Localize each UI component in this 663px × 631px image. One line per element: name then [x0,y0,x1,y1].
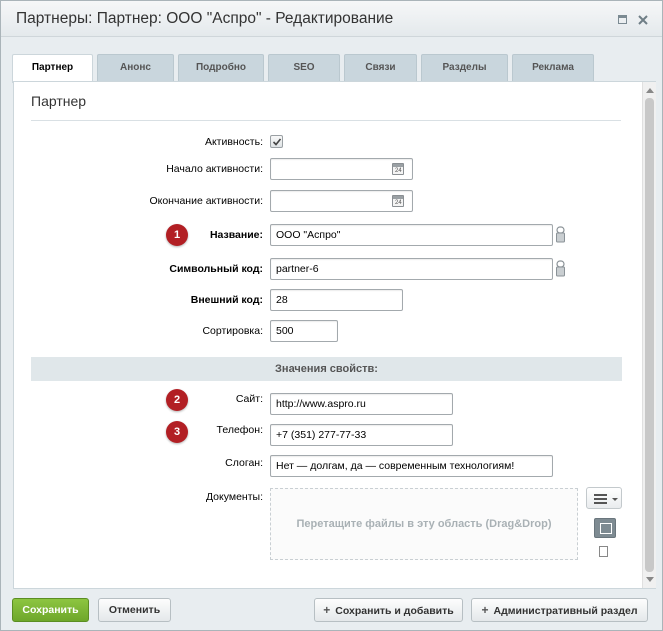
upload-menu-button[interactable] [586,487,622,509]
image-upload-icon[interactable] [594,518,616,538]
edit-dialog: Партнеры: Партнер: ООО "Аспро" - Редакти… [0,0,663,631]
vertical-scrollbar[interactable] [642,82,656,588]
save-and-add-button[interactable]: + Сохранить и добавить [314,598,463,622]
calendar-icon[interactable] [392,163,404,175]
marker-2: 2 [166,389,188,411]
external-code-label: Внешний код: [190,294,263,306]
marker-3: 3 [166,421,188,443]
scrollbar-thumb[interactable] [645,98,654,572]
window-title: Партнеры: Партнер: ООО "Аспро" - Редакти… [16,10,394,27]
title-bar: Партнеры: Партнер: ООО "Аспро" - Редакти… [1,1,662,37]
file-dropzone[interactable]: Перетащите файлы в эту область (Drag&Dro… [270,488,578,560]
code-input[interactable]: partner-6 [270,258,553,280]
close-icon [638,15,648,25]
properties-header: Значения свойств: [31,357,622,381]
cancel-button[interactable]: Отменить [98,598,171,622]
active-checkbox[interactable] [270,135,283,148]
name-input[interactable]: ООО "Аспро" [270,224,553,246]
tab-partner[interactable]: Партнер [12,54,93,83]
scroll-down-icon[interactable] [646,577,654,582]
section-title: Партнер [31,93,87,109]
tab-links[interactable]: Связи [344,54,417,81]
save-button[interactable]: Сохранить [12,598,89,622]
code-label: Символьный код: [169,263,263,275]
admin-section-label: Административный раздел [493,605,638,617]
name-label: Название: [209,229,263,241]
scroll-up-icon[interactable] [646,88,654,93]
tab-advertising[interactable]: Реклама [512,54,594,81]
external-code-input[interactable]: 28 [270,289,403,311]
tab-announce[interactable]: Анонс [97,54,174,81]
calendar-icon[interactable] [392,195,404,207]
phone-input[interactable]: +7 (351) 277-77-33 [270,424,453,446]
tab-sections[interactable]: Разделы [421,54,508,81]
marker-1: 1 [166,224,188,246]
sort-input[interactable]: 500 [270,320,338,342]
sort-label: Сортировка: [202,325,263,337]
tab-details[interactable]: Подробно [178,54,264,81]
save-and-add-label: Сохранить и добавить [335,605,454,617]
checkmark-icon [272,138,282,146]
active-label: Активность: [204,136,263,148]
plus-icon: + [481,603,489,617]
phone-label: Телефон: [216,424,263,436]
section-divider [31,120,621,121]
menu-icon [594,494,607,506]
slogan-input[interactable]: Нет — долгам, да — современным технологи… [270,455,553,477]
close-button[interactable] [638,15,648,25]
site-label: Сайт: [235,393,263,405]
documents-label: Документы: [205,491,263,503]
plus-icon: + [323,603,331,617]
tab-content-panel: Партнер Активность: Начало активности: О… [13,81,656,589]
start-date-label: Начало активности: [166,163,263,175]
admin-section-button[interactable]: + Административный раздел [471,598,648,622]
slogan-label: Слоган: [225,457,263,469]
translit-lock-icon[interactable] [556,260,565,277]
dialog-footer: Сохранить Отменить + Сохранить и добавить… [1,591,662,631]
end-date-label: Окончание активности: [149,195,263,207]
translit-lock-icon[interactable] [556,226,565,243]
site-input[interactable]: http://www.aspro.ru [270,393,453,415]
tab-seo[interactable]: SEO [268,54,340,81]
maximize-button[interactable] [618,15,627,24]
chevron-down-icon [612,498,618,501]
file-icon[interactable] [599,546,608,557]
